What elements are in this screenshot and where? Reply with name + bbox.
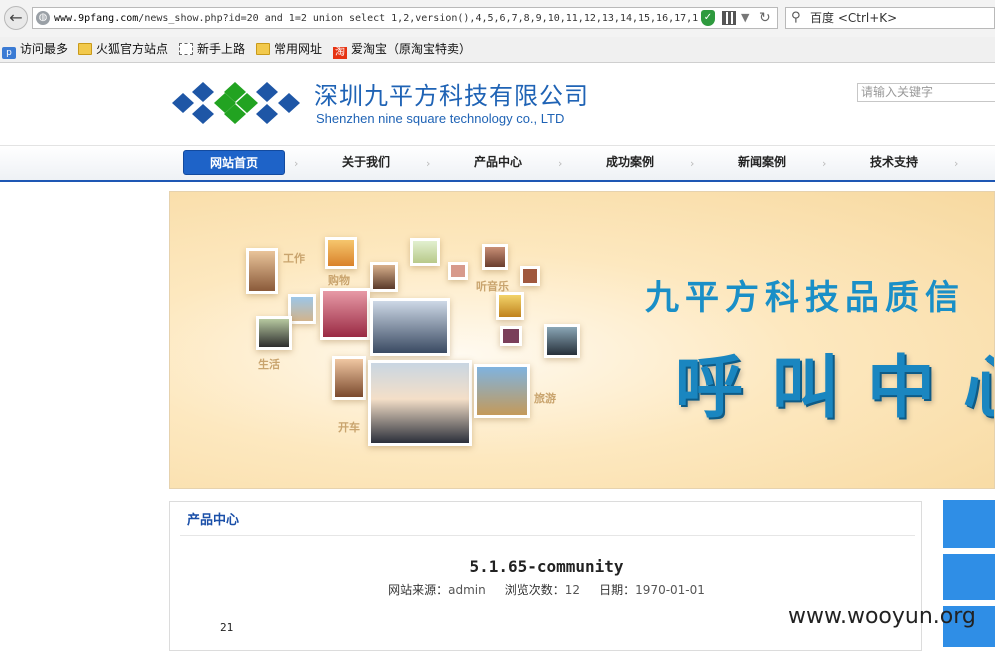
magnifier-icon: p [2,47,16,59]
nav-separator: › [426,157,431,170]
nav-separator: › [954,157,959,170]
company-name-en: Shenzhen nine square technology co., LTD [316,111,565,126]
url-text[interactable]: www.9pfang.com/news_show.php?id=20 and 1… [54,11,699,27]
tag-life: 生活 [258,358,280,371]
hero-banner[interactable]: 工作 购物 听音乐 生活 旅游 开车 九平方科技品质信 呼叫中心 [169,191,995,489]
nav-separator: › [294,157,299,170]
photo-businessman [370,298,450,356]
bookmark-common-sites[interactable]: 常用网址 [256,41,322,58]
watermark: www.wooyun.org [788,604,976,629]
photo-sunset [325,237,357,269]
url-path: /news_show.php?id=20 and 1=2 union selec… [138,13,699,24]
photo-beach [288,294,316,324]
globe-icon: ◍ [36,11,50,25]
photo-portrait [370,262,398,292]
nav-separator: › [690,157,695,170]
search-icon: ⚲ [791,10,801,25]
views-label: 浏览次数： [504,583,565,597]
back-button[interactable]: ← [4,6,28,30]
nav-products[interactable]: 产品中心 [447,150,549,175]
source-label: 网站来源： [388,583,449,597]
tag-travel: 旅游 [534,392,556,405]
side-tile-1[interactable] [943,500,995,548]
photo-guitarist [256,316,292,350]
browser-search-bar[interactable]: ⚲ 百度 <Ctrl+K> [785,7,995,29]
divider [180,535,915,536]
tag-shopping: 购物 [328,274,350,287]
article-meta: 网站来源：admin 浏览次数：12 日期：1970-01-01 [170,581,923,598]
bookmark-getting-started[interactable]: 新手上路 [179,41,245,58]
banner-title: 九平方科技品质信 [645,278,965,318]
url-host: www.9pfang.com [54,13,139,24]
qr-code-icon[interactable] [722,11,736,25]
url-bar[interactable]: ◍ www.9pfang.com/news_show.php?id=20 and… [32,7,778,29]
main-nav: 网站首页 › 关于我们 › 产品中心 › 成功案例 › 新闻案例 › 技术支持 … [0,145,995,182]
nav-separator: › [558,157,563,170]
photo-small [448,262,468,280]
views-value: 12 [564,583,581,597]
site-search-input[interactable]: 请输入关键字 [857,83,995,102]
source-value: admin [448,583,486,597]
tag-work: 工作 [283,252,305,265]
photo-red-hair-woman [320,288,370,340]
photo-man [482,244,508,270]
company-logo[interactable] [172,80,300,126]
bookmark-label: 访问最多 [20,42,69,56]
page-icon [179,43,193,55]
bookmark-label: 常用网址 [274,42,323,56]
company-name-cn: 深圳九平方科技有限公司 [314,82,589,110]
banner-headline: 呼叫中心 [675,348,994,428]
bookmark-firefox-official[interactable]: 火狐官方站点 [78,41,168,58]
taobao-icon: 淘 [333,47,347,59]
article-title: 5.1.65-community [469,557,624,576]
photo-smiling-woman [332,356,366,400]
folder-icon [256,43,270,55]
photo-flower [496,292,524,320]
nav-cases[interactable]: 成功案例 [579,150,681,175]
photo-castle [474,364,530,418]
photo-plant [410,238,440,266]
bookmarks-bar: p 访问最多 火狐官方站点 新手上路 常用网址 淘爱淘宝（原淘宝特卖） [0,37,995,63]
photo-headset-woman [246,248,278,294]
date-label: 日期： [599,583,636,597]
reload-icon[interactable]: ↻ [759,8,771,28]
bookmark-ai-taobao[interactable]: 淘爱淘宝（原淘宝特卖） [333,41,472,59]
nav-news[interactable]: 新闻案例 [711,150,813,175]
bookmark-label: 火狐官方站点 [96,42,169,56]
browser-toolbar: ← ◍ www.9pfang.com/news_show.php?id=20 a… [0,0,995,38]
bookmark-label: 新手上路 [197,42,246,56]
dropdown-arrow-icon[interactable]: ▼ [741,9,749,27]
date-value: 1970-01-01 [635,583,705,597]
bookmark-most-visited[interactable]: p 访问最多 [2,41,69,59]
tag-driving: 开车 [338,421,360,434]
nav-about[interactable]: 关于我们 [315,150,417,175]
nav-support[interactable]: 技术支持 [843,150,945,175]
folder-icon [78,43,92,55]
nav-separator: › [822,157,827,170]
section-heading[interactable]: 产品中心 [187,509,239,528]
search-engine-label: 百度 <Ctrl+K> [810,11,898,25]
nav-home[interactable]: 网站首页 [183,150,285,175]
photo-car-woman [368,360,472,446]
side-tile-2[interactable] [943,554,995,600]
photo-driver [544,324,580,358]
photo-small-2 [520,266,540,286]
bookmark-label: 爱淘宝（原淘宝特卖） [351,42,472,56]
shield-icon[interactable]: ✓ [701,10,715,26]
article-body: 21 [220,621,234,634]
photo-small-3 [500,326,522,346]
